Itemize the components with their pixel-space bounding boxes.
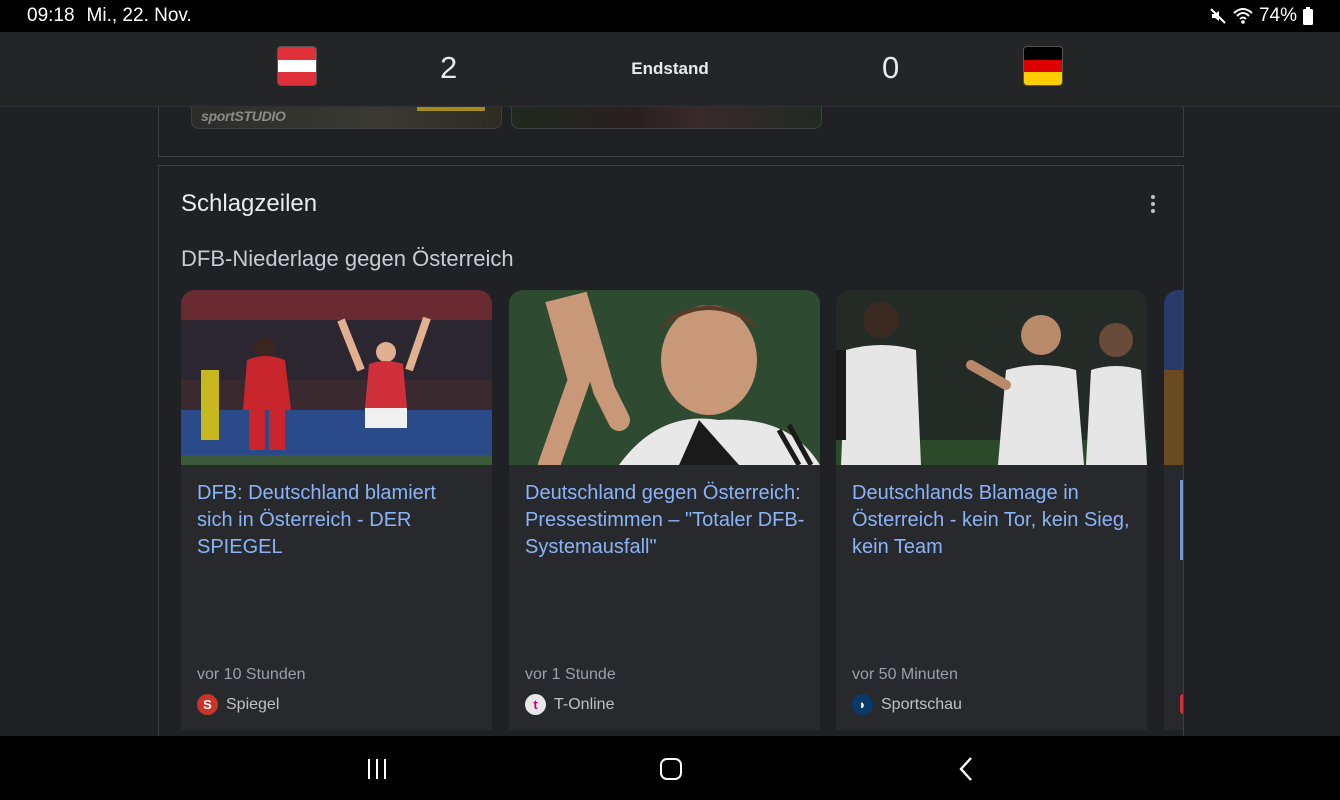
article-source: S Spiegel — [197, 694, 279, 715]
article-title-link[interactable]: Deutschlands Blamage in Österreich - kei… — [852, 480, 1132, 561]
match-score-header[interactable]: 2 Endstand 0 — [0, 32, 1340, 107]
video-thumbnail[interactable]: sportSTUDIO — [191, 107, 502, 129]
article-source: t T-Online — [525, 694, 614, 715]
navigation-bar — [0, 736, 1340, 800]
more-vert-icon-dot — [1151, 202, 1155, 206]
more-options-button[interactable] — [1143, 192, 1163, 216]
headlines-card: Schlagzeilen DFB-Niederlage gegen Österr… — [158, 165, 1184, 745]
headlines-title: Schlagzeilen — [181, 190, 318, 217]
sportschau-logo-icon: ◗ — [852, 694, 873, 715]
thumbnail-accent — [417, 107, 485, 111]
article-image — [836, 290, 1147, 465]
news-article-card[interactable]: Deutschlands Blamage in Österreich - kei… — [836, 290, 1147, 730]
article-title-link[interactable]: Deutschland gegen Österreich: Pressestim… — [525, 480, 805, 561]
news-article-card[interactable]: Deutschland gegen Österreich: Pressestim… — [509, 290, 820, 730]
t-online-logo-icon: t — [525, 694, 546, 715]
article-source-name: Spiegel — [226, 695, 280, 713]
article-image — [181, 290, 492, 465]
recent-apps-button[interactable] — [357, 754, 397, 784]
article-title-link[interactable]: DFB: Deutschland blamiert sich in Österr… — [197, 480, 477, 561]
video-card-remnant: sportSTUDIO — [158, 107, 1184, 157]
recent-apps-icon — [368, 759, 386, 779]
sportstudio-logo: sportSTUDIO — [201, 108, 286, 124]
battery-icon — [1303, 7, 1313, 25]
status-bar: 09:18 Mi., 22. Nov. 74% — [0, 0, 1340, 32]
match-status: Endstand — [631, 59, 709, 78]
news-article-card[interactable]: DFB: Deutschland blamiert sich in Österr… — [181, 290, 492, 730]
home-score: 2 — [440, 50, 458, 85]
austria-flag-icon — [278, 47, 316, 85]
video-thumbnail[interactable] — [511, 107, 822, 129]
article-source-name: T-Online — [554, 695, 615, 713]
article-image — [509, 290, 820, 465]
article-time: vor 1 Stunde — [525, 666, 616, 683]
mute-icon — [1209, 7, 1227, 25]
screen: 09:18 Mi., 22. Nov. 74% 2 Endstand 0 spo… — [0, 0, 1340, 800]
status-icons: 74% — [1209, 5, 1313, 27]
germany-flag-icon — [1024, 47, 1062, 85]
article-image — [1164, 290, 1183, 465]
battery-level: 74% — [1258, 5, 1297, 26]
wifi-icon — [1233, 7, 1253, 25]
back-icon — [959, 757, 972, 781]
home-icon — [660, 758, 682, 780]
headlines-subtitle[interactable]: DFB-Niederlage gegen Österreich — [181, 246, 514, 272]
home-button[interactable] — [651, 754, 691, 784]
status-time: 09:18 — [27, 5, 75, 26]
news-article-card[interactable] — [1164, 290, 1183, 730]
more-vert-icon — [1151, 195, 1155, 199]
article-title-cutoff — [1180, 480, 1183, 560]
article-time: vor 50 Minuten — [852, 666, 958, 683]
article-source-name: Sportschau — [881, 695, 962, 713]
more-vert-icon-dot — [1151, 209, 1155, 213]
article-source: ◗ Sportschau — [852, 694, 962, 715]
source-logo-cutoff — [1180, 694, 1183, 714]
away-score: 0 — [882, 50, 900, 85]
article-time: vor 10 Stunden — [197, 666, 306, 683]
back-button[interactable] — [946, 754, 986, 784]
spiegel-logo-icon: S — [197, 694, 218, 715]
status-date: Mi., 22. Nov. — [86, 5, 192, 26]
